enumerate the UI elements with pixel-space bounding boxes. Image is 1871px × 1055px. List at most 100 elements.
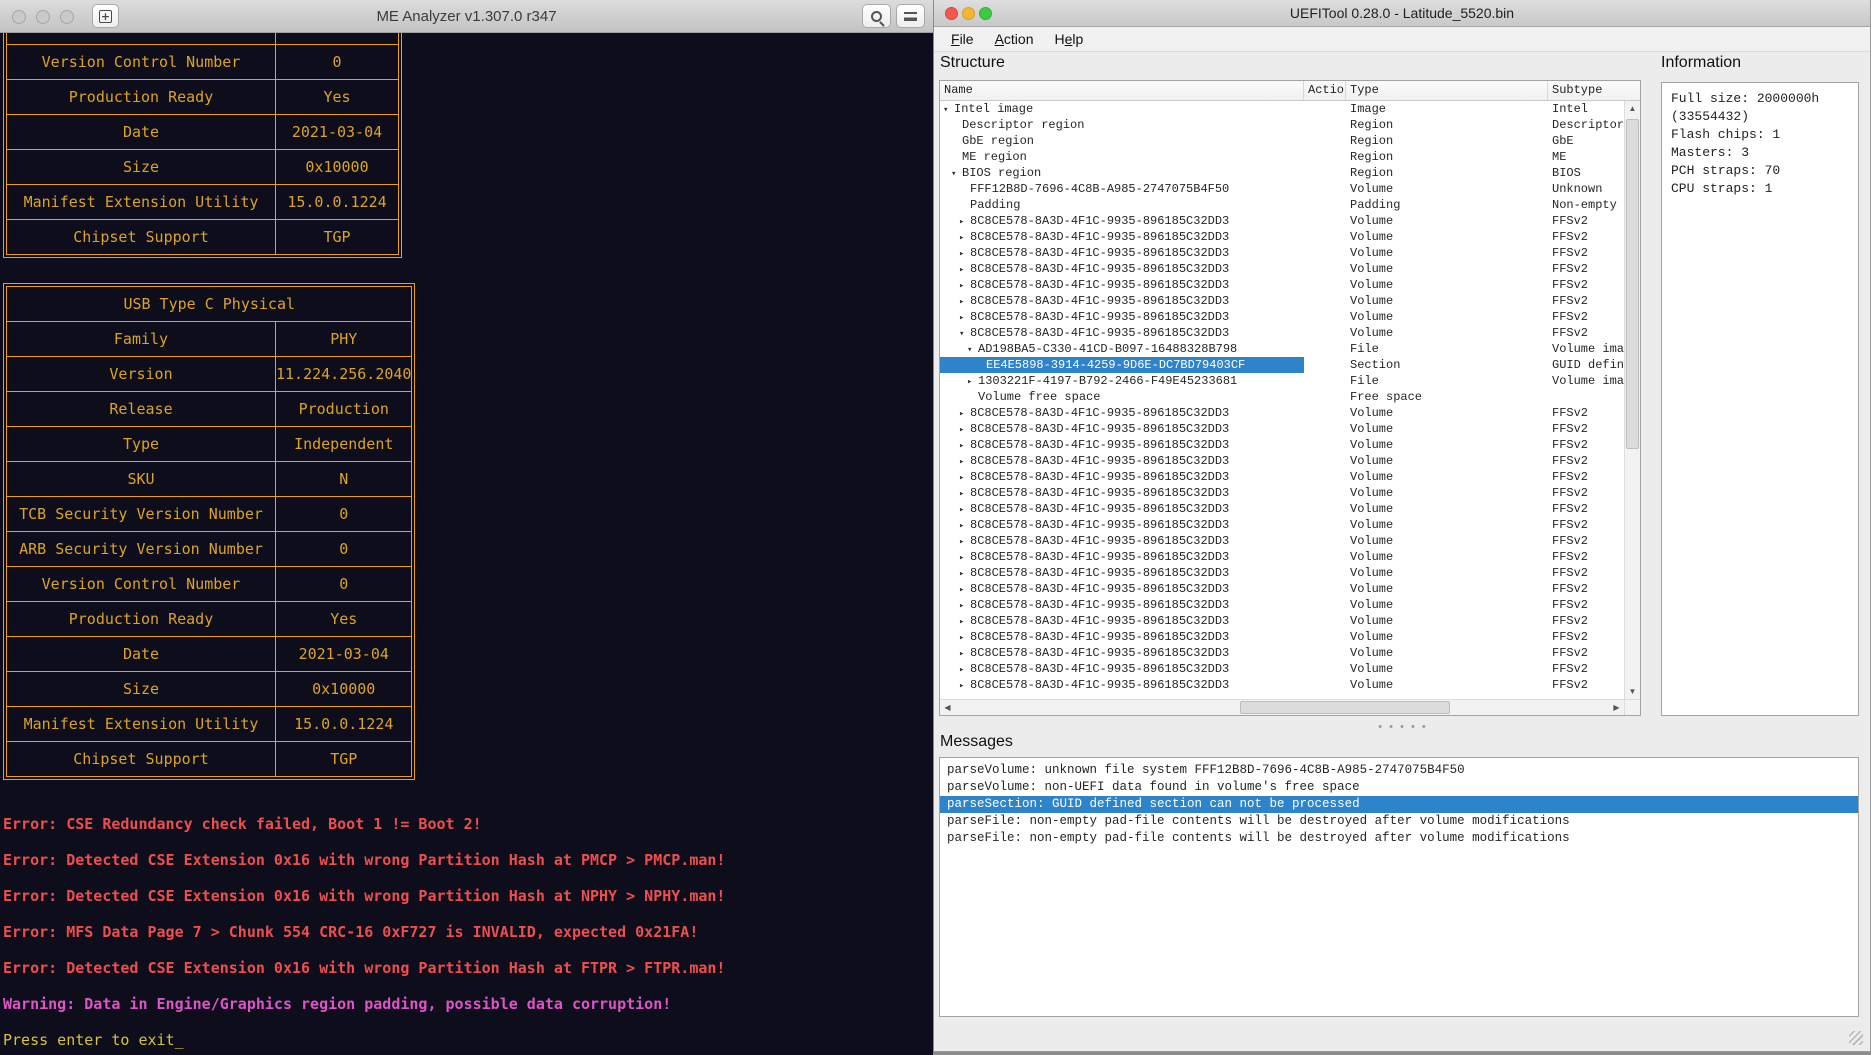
horizontal-scrollbar-thumb[interactable] [1240,701,1450,714]
collapsed-arrow-icon[interactable]: ▸ [959,294,970,309]
tree-row[interactable]: Padding Padding Non-empty [940,197,1624,213]
horizontal-scrollbar[interactable]: ◀ ▶ [940,699,1624,715]
collapsed-arrow-icon[interactable]: ▸ [959,646,970,661]
tree-row[interactable]: ▸ 8C8CE578-8A3D-4F1C-9935-896185C32DD3 Vol… [940,533,1624,549]
tree-row[interactable]: ▸ 8C8CE578-8A3D-4F1C-9935-896185C32DD3 Vol… [940,469,1624,485]
expanded-arrow-icon[interactable]: ▾ [967,342,978,357]
tree-row[interactable]: ▸ 8C8CE578-8A3D-4F1C-9935-896185C32DD3 Vol… [940,421,1624,437]
collapsed-arrow-icon[interactable]: ▸ [959,454,970,469]
collapsed-arrow-icon[interactable]: ▸ [959,630,970,645]
column-header-type[interactable]: Type [1346,81,1548,100]
menu-help[interactable]: Help [1055,27,1084,51]
tree-row[interactable]: ▸ 8C8CE578-8A3D-4F1C-9935-896185C32DD3 Vol… [940,501,1624,517]
message-line[interactable]: parseVolume: unknown file system FFF12B8… [940,762,1858,779]
window-button-icon[interactable] [60,10,74,24]
collapsed-arrow-icon[interactable]: ▸ [959,566,970,581]
tree-row[interactable]: GbE region Region GbE [940,133,1624,149]
collapsed-arrow-icon[interactable]: ▸ [959,214,970,229]
terminal-output-area[interactable]: Version Control Number 0 Production Ready Y… [0,33,933,1055]
tree-row[interactable]: ▸ 1303221F-4197-B792-2466-F49E45233681 Fil… [940,373,1624,389]
collapsed-arrow-icon[interactable]: ▸ [967,374,978,389]
collapsed-arrow-icon[interactable]: ▸ [959,486,970,501]
message-line[interactable]: parseVolume: non-UEFI data found in volu… [940,779,1858,796]
collapsed-arrow-icon[interactable]: ▸ [959,246,970,261]
tree-row[interactable]: ▸ 8C8CE578-8A3D-4F1C-9935-896185C32DD3 Vol… [940,293,1624,309]
collapsed-arrow-icon[interactable]: ▸ [959,614,970,629]
tree-row[interactable]: ▸ 8C8CE578-8A3D-4F1C-9935-896185C32DD3 Vol… [940,517,1624,533]
collapsed-arrow-icon[interactable]: ▸ [959,278,970,293]
column-header-subtype[interactable]: Subtype [1548,81,1640,100]
collapsed-arrow-icon[interactable]: ▸ [959,310,970,325]
collapsed-arrow-icon[interactable]: ▸ [959,422,970,437]
tree-row[interactable]: ▸ 8C8CE578-8A3D-4F1C-9935-896185C32DD3 Vol… [940,597,1624,613]
tree-row[interactable]: ▸ 8C8CE578-8A3D-4F1C-9935-896185C32DD3 Vol… [940,581,1624,597]
vertical-scrollbar-thumb[interactable] [1626,119,1639,449]
collapsed-arrow-icon[interactable]: ▸ [959,230,970,245]
tree-row[interactable]: ▸ 8C8CE578-8A3D-4F1C-9935-896185C32DD3 Vol… [940,213,1624,229]
splitter-handle[interactable]: • • • • • [1371,722,1435,733]
collapsed-arrow-icon[interactable]: ▸ [959,406,970,421]
tree-row[interactable]: ▸ 8C8CE578-8A3D-4F1C-9935-896185C32DD3 Vol… [940,485,1624,501]
tree-row-selected[interactable]: EE4E5898-3914-4259-9D6E-DC7BD79403CF Sect… [940,357,1624,373]
message-line[interactable]: parseFile: non-empty pad-file contents w… [940,830,1858,847]
message-line[interactable]: parseFile: non-empty pad-file contents w… [940,813,1858,830]
column-header-action[interactable]: Action [1304,81,1346,100]
new-tab-button[interactable]: + [92,4,119,28]
tree-row[interactable]: ▸ 8C8CE578-8A3D-4F1C-9935-896185C32DD3 Vol… [940,453,1624,469]
tree-row[interactable]: ▸ 8C8CE578-8A3D-4F1C-9935-896185C32DD3 Vol… [940,405,1624,421]
tree-row[interactable]: ▸ 8C8CE578-8A3D-4F1C-9935-896185C32DD3 Vol… [940,645,1624,661]
collapsed-arrow-icon[interactable]: ▸ [959,598,970,613]
tree-row[interactable]: ▸ 8C8CE578-8A3D-4F1C-9935-896185C32DD3 Vol… [940,309,1624,325]
expanded-arrow-icon[interactable]: ▾ [943,102,954,117]
tree-row[interactable]: Volume free space Free space [940,389,1624,405]
uefitool-titlebar[interactable]: UEFITool 0.28.0 - Latitude_5520.bin [934,0,1870,27]
menu-action[interactable]: Action [995,27,1034,51]
collapsed-arrow-icon[interactable]: ▸ [959,470,970,485]
collapsed-arrow-icon[interactable]: ▸ [959,582,970,597]
tree-row[interactable]: Descriptor region Region Descriptor [940,117,1624,133]
window-button-icon[interactable] [12,10,26,24]
scroll-down-icon[interactable]: ▼ [1625,684,1640,699]
tree-row[interactable]: ▸ 8C8CE578-8A3D-4F1C-9935-896185C32DD3 Vol… [940,229,1624,245]
collapsed-arrow-icon[interactable]: ▸ [959,262,970,277]
tree-row[interactable]: ▸ 8C8CE578-8A3D-4F1C-9935-896185C32DD3 Vol… [940,261,1624,277]
collapsed-arrow-icon[interactable]: ▸ [959,662,970,677]
message-line-selected[interactable]: parseSection: GUID defined section can n… [940,796,1858,813]
menu-file[interactable]: File [951,27,974,51]
resize-grip[interactable] [1849,1031,1863,1045]
search-button[interactable] [862,4,891,28]
tree-row[interactable]: ▾ BIOS region Region BIOS [940,165,1624,181]
collapsed-arrow-icon[interactable]: ▸ [959,550,970,565]
scroll-left-icon[interactable]: ◀ [940,700,955,715]
tree-row[interactable]: ▸ 8C8CE578-8A3D-4F1C-9935-896185C32DD3 Vol… [940,677,1624,693]
vertical-scrollbar[interactable]: ▲ ▼ [1624,101,1640,699]
collapsed-arrow-icon[interactable]: ▸ [959,678,970,693]
tree-row[interactable]: ME region Region ME [940,149,1624,165]
expanded-arrow-icon[interactable]: ▾ [951,166,962,181]
collapsed-arrow-icon[interactable]: ▸ [959,534,970,549]
scroll-up-icon[interactable]: ▲ [1625,101,1640,116]
collapsed-arrow-icon[interactable]: ▸ [959,502,970,517]
column-header-name[interactable]: Name [940,81,1304,100]
expanded-arrow-icon[interactable]: ▾ [959,326,970,341]
table-cell-label: Date [6,636,276,672]
tree-row[interactable]: ▸ 8C8CE578-8A3D-4F1C-9935-896185C32DD3 Vol… [940,549,1624,565]
collapsed-arrow-icon[interactable]: ▸ [959,518,970,533]
menu-button[interactable] [896,4,925,28]
tree-row[interactable]: ▾ AD198BA5-C330-41CD-B097-16488328B798 Fil… [940,341,1624,357]
tree-row[interactable]: ▸ 8C8CE578-8A3D-4F1C-9935-896185C32DD3 Vol… [940,245,1624,261]
tree-row[interactable]: ▸ 8C8CE578-8A3D-4F1C-9935-896185C32DD3 Vol… [940,277,1624,293]
tree-row[interactable]: ▾ Intel image Image Intel [940,101,1624,117]
tree-row[interactable]: ▸ 8C8CE578-8A3D-4F1C-9935-896185C32DD3 Vol… [940,613,1624,629]
window-button-icon[interactable] [36,10,50,24]
tree-row[interactable]: ▸ 8C8CE578-8A3D-4F1C-9935-896185C32DD3 Vol… [940,437,1624,453]
terminal-titlebar[interactable]: ME Analyzer v1.307.0 r347 + [0,0,933,33]
tree-row[interactable]: FFF12B8D-7696-4C8B-A985-2747075B4F50 Volu… [940,181,1624,197]
scroll-right-icon[interactable]: ▶ [1609,700,1624,715]
tree-row[interactable]: ▸ 8C8CE578-8A3D-4F1C-9935-896185C32DD3 Vol… [940,629,1624,645]
tree-row[interactable]: ▾ 8C8CE578-8A3D-4F1C-9935-896185C32DD3 Vol… [940,325,1624,341]
tree-row[interactable]: ▸ 8C8CE578-8A3D-4F1C-9935-896185C32DD3 Vol… [940,661,1624,677]
collapsed-arrow-icon[interactable]: ▸ [959,438,970,453]
tree-cell-action [1304,613,1346,629]
tree-row[interactable]: ▸ 8C8CE578-8A3D-4F1C-9935-896185C32DD3 Vol… [940,565,1624,581]
